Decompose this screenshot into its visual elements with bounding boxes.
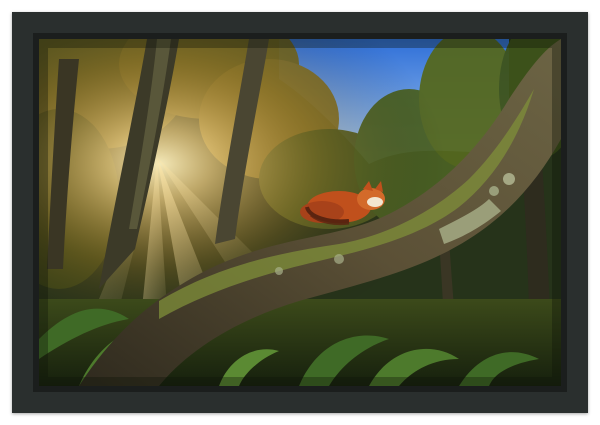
picture-mat <box>33 33 567 392</box>
photo <box>39 39 561 386</box>
picture-frame <box>12 12 588 413</box>
forest-scene <box>39 39 561 386</box>
